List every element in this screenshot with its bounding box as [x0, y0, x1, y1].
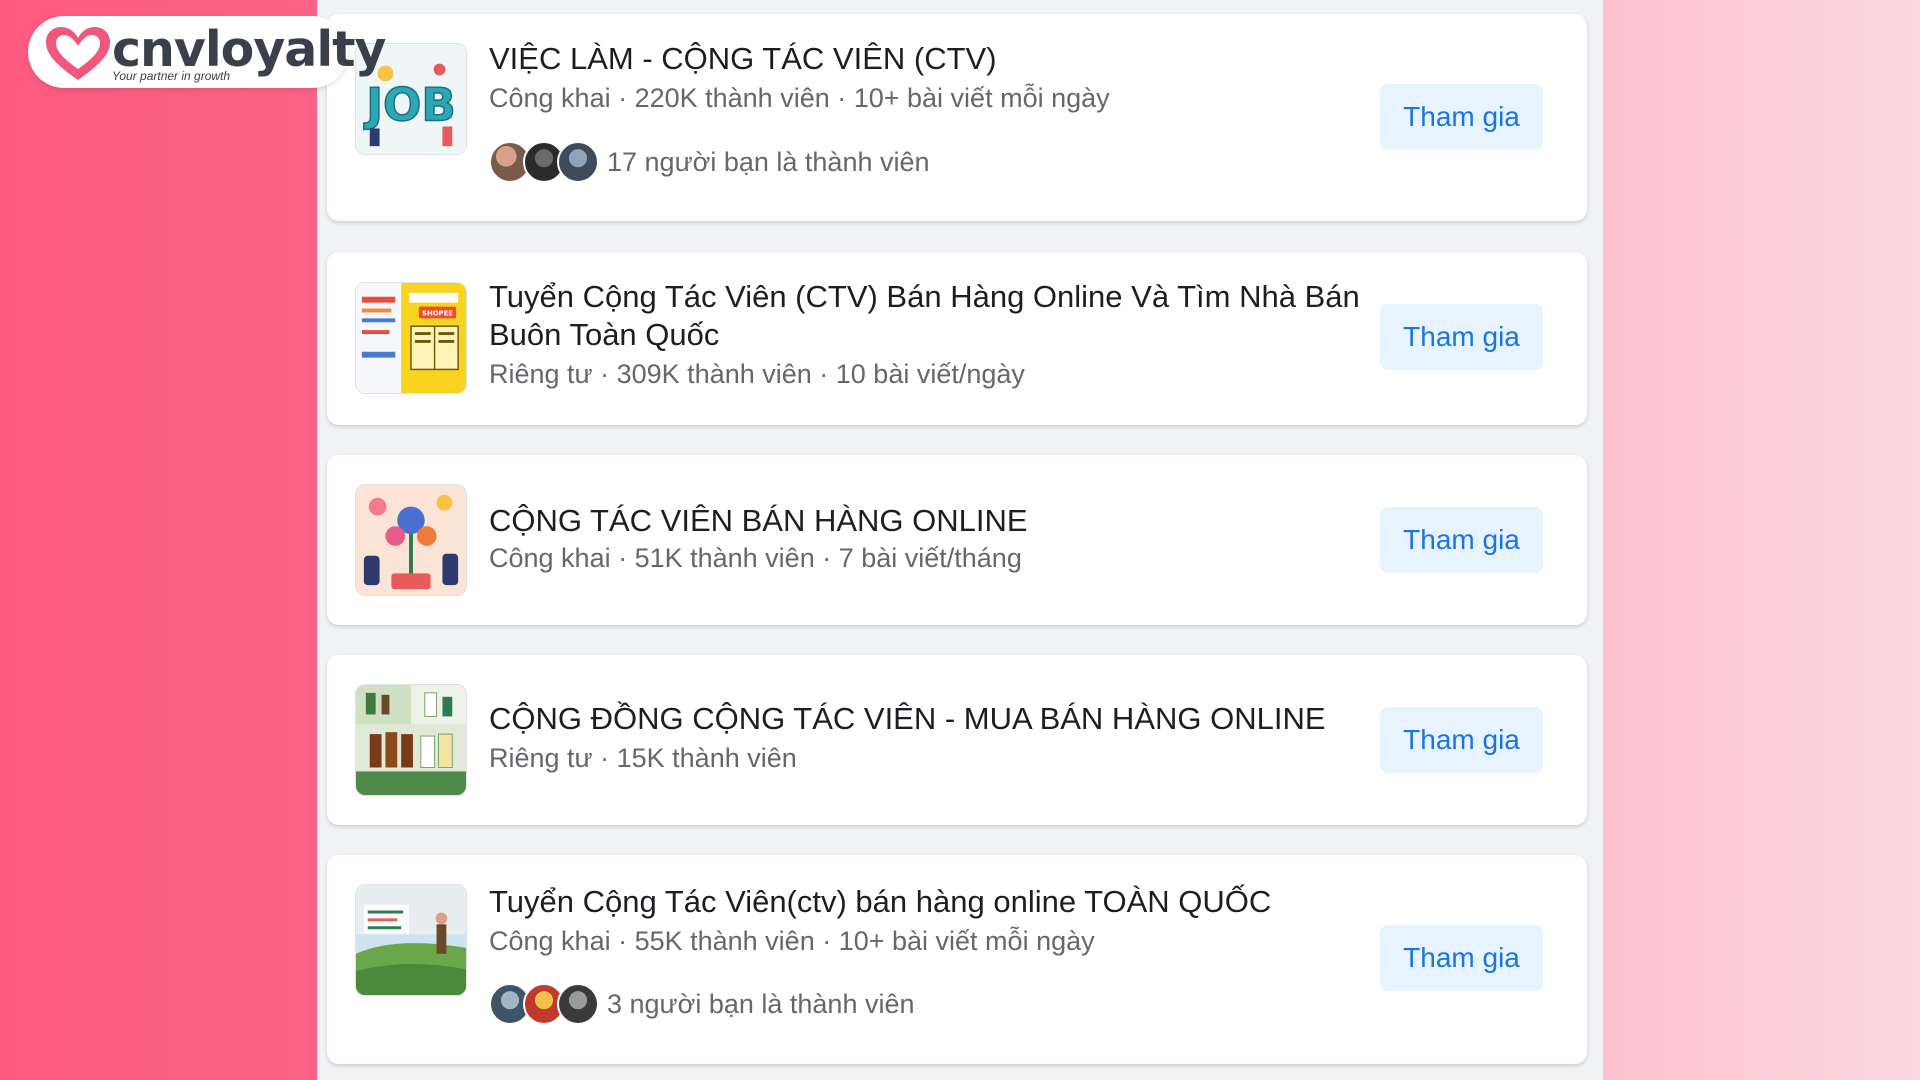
hill-landscape-photo-icon	[356, 885, 466, 995]
right-background-panel	[1603, 0, 1920, 1080]
friend-avatars	[489, 983, 599, 1025]
avatar	[557, 983, 599, 1025]
group-card: Tuyển Cộng Tác Viên(ctv) bán hàng online…	[327, 855, 1587, 1064]
group-meta: Công khai · 55K thành viên · 10+ bài viế…	[489, 926, 1095, 956]
brand-logo: cnvloyalty Your partner in growth	[28, 16, 386, 88]
group-title[interactable]: CỘNG ĐỒNG CỘNG TÁC VIÊN - MUA BÁN HÀNG O…	[489, 700, 1369, 738]
avatar	[557, 141, 599, 183]
group-thumbnail-products[interactable]	[355, 684, 467, 796]
friends-row: 17 người bạn là thành viên	[489, 139, 930, 185]
group-meta: Công khai · 220K thành viên · 10+ bài vi…	[489, 83, 1110, 113]
brand-tagline: Your partner in growth	[112, 69, 231, 83]
group-thumbnail-landscape[interactable]	[355, 884, 467, 996]
group-thumbnail-plant[interactable]	[355, 484, 467, 596]
group-title[interactable]: Tuyển Cộng Tác Viên(ctv) bán hàng online…	[489, 883, 1369, 921]
group-card: JOB VIỆC LÀM - CỘNG TÁC VIÊN (CTV) Công …	[327, 14, 1587, 221]
friends-count-text: 17 người bạn là thành viên	[607, 146, 930, 177]
thumbnail-shopee-text: SHOPEE	[422, 309, 453, 317]
growing-plant-illustration-icon	[356, 485, 466, 595]
product-bottles-photo-icon	[356, 685, 466, 795]
friend-avatars	[489, 141, 599, 183]
join-button[interactable]: Tham gia	[1380, 925, 1543, 991]
join-button[interactable]: Tham gia	[1380, 304, 1543, 370]
group-card: SHOPEE Tuyển Cộng Tác Viên (CTV) Bán Hàn…	[327, 252, 1587, 425]
group-card: CỘNG TÁC VIÊN BÁN HÀNG ONLINE Công khai …	[327, 455, 1587, 625]
shopee-book-image-icon: SHOPEE	[356, 283, 466, 393]
group-title[interactable]: VIỆC LÀM - CỘNG TÁC VIÊN (CTV)	[489, 40, 1369, 78]
heart-logo-icon	[46, 27, 110, 80]
join-button[interactable]: Tham gia	[1380, 507, 1543, 573]
join-button[interactable]: Tham gia	[1380, 84, 1543, 150]
group-thumbnail-shopee[interactable]: SHOPEE	[355, 282, 467, 394]
group-meta: Công khai · 51K thành viên · 7 bài viết/…	[489, 543, 1022, 573]
friends-count-text: 3 người bạn là thành viên	[607, 988, 915, 1019]
friends-row: 3 người bạn là thành viên	[489, 981, 915, 1027]
group-meta: Riêng tư · 309K thành viên · 10 bài viết…	[489, 359, 1025, 389]
group-title[interactable]: CỘNG TÁC VIÊN BÁN HÀNG ONLINE	[489, 502, 1369, 540]
group-title[interactable]: Tuyển Cộng Tác Viên (CTV) Bán Hàng Onlin…	[489, 278, 1369, 354]
group-card: CỘNG ĐỒNG CỘNG TÁC VIÊN - MUA BÁN HÀNG O…	[327, 655, 1587, 825]
group-meta: Riêng tư · 15K thành viên	[489, 743, 797, 773]
join-button[interactable]: Tham gia	[1380, 707, 1543, 773]
thumbnail-job-text: JOB	[363, 79, 456, 132]
